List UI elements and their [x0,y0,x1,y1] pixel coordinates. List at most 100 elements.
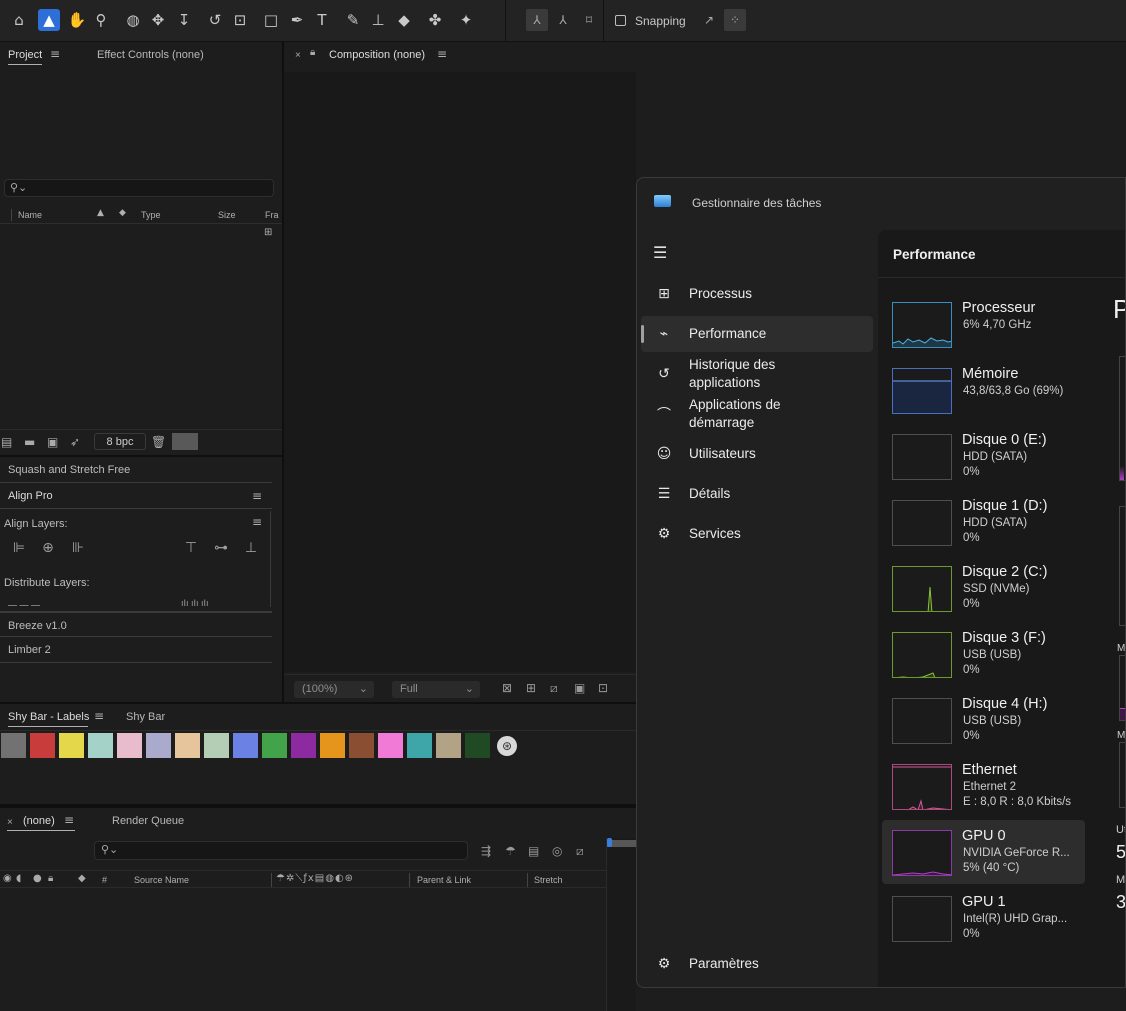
label-color-swatch[interactable] [320,733,345,758]
pan-behind-tool-icon[interactable]: ⊡ [229,9,251,31]
zoom-dropdown[interactable]: (100%) ⌄ [294,681,374,698]
snap-target-icon[interactable]: ⁘ [724,9,746,31]
perf-device-item[interactable]: Processeur 6% 4,70 GHz [882,292,1085,356]
nav-item-performance[interactable]: ⌁ Performance [641,316,873,352]
align-pro-header[interactable]: Align Pro [0,483,272,509]
snapshot-icon[interactable]: ⊠ [502,681,512,695]
label-color-swatch[interactable] [59,733,84,758]
column-parent-link[interactable]: Parent & Link [417,875,471,885]
nav-item-users[interactable]: ☺ Utilisateurs [641,436,873,472]
align-vertical-center-icon[interactable]: ⊶ [211,540,231,558]
video-eye-icon[interactable]: ◉ [3,873,12,884]
label-color-swatch[interactable] [407,733,432,758]
lock-icon[interactable]: 🔒︎ [48,873,53,884]
shy-bar-menu-icon[interactable]: ≡ [94,709,104,723]
label-color-swatch[interactable] [349,733,374,758]
align-top-icon[interactable]: ⊤ [181,540,201,558]
mask-visibility-icon[interactable]: ⧄ [550,681,558,696]
align-pro-menu-icon[interactable]: ≡ [252,489,262,503]
perf-device-item[interactable]: GPU 1 Intel(R) UHD Grap... 0% [882,886,1085,950]
label-color-swatch[interactable] [436,733,461,758]
label-color-swatch[interactable] [233,733,258,758]
perf-device-item[interactable]: Disque 3 (F:) USB (USB) 0% [882,622,1085,686]
label-color-swatch[interactable] [175,733,200,758]
label-color-swatch[interactable] [204,733,229,758]
perf-device-item[interactable]: Disque 0 (E:) HDD (SATA) 0% [882,424,1085,488]
nav-item-parametres[interactable]: ⚙ Paramètres [641,946,873,982]
label-color-swatch[interactable] [262,733,287,758]
composition-viewer[interactable] [284,72,636,672]
transparency-grid-icon[interactable]: ⊞ [526,681,536,695]
label-color-swatch[interactable] [1,733,26,758]
tab-composition[interactable]: Composition (none) [329,49,425,61]
timeline-ruler-area[interactable] [606,838,637,1011]
brush-tool-icon[interactable]: ✎ [342,9,364,31]
perf-device-item[interactable]: Disque 2 (C:) SSD (NVMe) 0% [882,556,1085,620]
home-icon[interactable]: ⌂ [8,9,30,31]
nav-item-services[interactable]: ⚙ Services [641,516,873,552]
perf-device-item[interactable]: Disque 4 (H:) USB (USB) 0% [882,688,1085,752]
render-icon[interactable]: ➶ [70,435,80,449]
perf-device-item[interactable]: Disque 1 (D:) HDD (SATA) 0% [882,490,1085,554]
column-source-name[interactable]: Source Name [134,875,189,885]
region-of-interest-icon[interactable]: ▣ [574,681,585,695]
nav-item-history[interactable]: ↺ Historique des applications [641,356,873,392]
panel-menu-icon[interactable]: ≡ [50,47,60,61]
perf-device-item[interactable]: Mémoire 43,8/63,8 Go (69%) [882,358,1085,422]
tab-effect-controls[interactable]: Effect Controls (none) [97,49,204,61]
project-search-input[interactable]: ⚲⌄ [4,179,274,197]
world-axis-icon[interactable]: ⅄ [552,9,574,31]
label-color-swatch[interactable] [378,733,403,758]
lock-icon[interactable]: 🔒︎ [310,47,315,58]
rotate-tool-icon[interactable]: ↺ [204,9,226,31]
pen-tool-icon[interactable]: ✒ [286,9,308,31]
puppet-pin-tool-icon[interactable]: ✦ [455,9,477,31]
new-folder-icon[interactable]: ▬ [24,435,35,449]
column-stretch[interactable]: Stretch [534,875,563,885]
label-color-swatch[interactable] [30,733,55,758]
globe-icon[interactable]: ⊛ [497,736,517,756]
label-color-swatch[interactable] [291,733,316,758]
column-name[interactable]: Name [18,210,42,220]
timeline-search-input[interactable]: ⚲⌄ [94,841,468,860]
align-right-icon[interactable]: ⊪ [68,540,88,558]
align-layers-menu-icon[interactable]: ≡ [252,515,262,529]
shy-toggle-icon[interactable]: ☂ [505,844,516,858]
tab-project[interactable]: Project [8,49,42,61]
close-tab-icon[interactable]: × [7,817,13,828]
snap-options-icon[interactable]: ↗ [698,9,720,31]
column-size[interactable]: Size [218,210,236,220]
layer-switches-icons[interactable]: ☂✲⟍ƒx▤◍◐⊛ [276,873,354,884]
flowchart-icon[interactable]: ⊞ [264,227,272,238]
rectangle-tool-icon[interactable]: □ [260,9,282,31]
zoom-tool-icon[interactable]: ⚲ [90,9,112,31]
dolly-tool-icon[interactable]: ↧ [173,9,195,31]
type-tool-icon[interactable]: T [311,9,333,31]
snapping-checkbox[interactable] [615,15,626,26]
nav-item-processes[interactable]: ⊞ Processus [641,276,873,312]
guides-icon[interactable]: ⊡ [598,681,608,695]
label-color-swatch[interactable] [117,733,142,758]
motion-blur-icon[interactable]: ◎ [552,844,562,858]
nav-item-startup[interactable]: ⌒ Applications de démarrage [641,396,873,432]
column-frame-rate[interactable]: Fra [265,210,279,220]
perf-device-item[interactable]: Ethernet Ethernet 2 E : 8,0 R : 8,0 Kbits/… [882,754,1085,818]
distribute-vertical-icons[interactable]: ıIı ıIı ıIı [181,598,261,606]
new-composition-icon[interactable]: ▣ [47,435,58,449]
composition-flowchart-icon[interactable]: ⇶ [481,844,491,858]
composition-menu-icon[interactable]: ≡ [437,47,447,61]
hamburger-menu-icon[interactable]: ☰ [653,243,667,262]
tab-shy-bar-labels[interactable]: Shy Bar - Labels [8,711,89,723]
audio-icon[interactable]: ◖ [16,873,21,884]
pan-tool-icon[interactable]: ✥ [147,9,169,31]
frame-blending-icon[interactable]: ▤ [528,844,539,858]
clone-stamp-tool-icon[interactable]: ⊥ [367,9,389,31]
selection-tool-icon[interactable]: ▲ [38,9,60,31]
trash-icon[interactable]: 🗑 [151,435,166,449]
column-type[interactable]: Type [141,210,161,220]
resolution-dropdown[interactable]: Full ⌄ [392,681,480,698]
perf-device-item[interactable]: GPU 0 NVIDIA GeForce R... 5% (40 °C) [882,820,1085,884]
bpc-button[interactable]: 8 bpc [94,433,146,450]
breeze-panel[interactable]: Breeze v1.0 [0,611,272,637]
timeline-menu-icon[interactable]: ≡ [64,813,74,827]
